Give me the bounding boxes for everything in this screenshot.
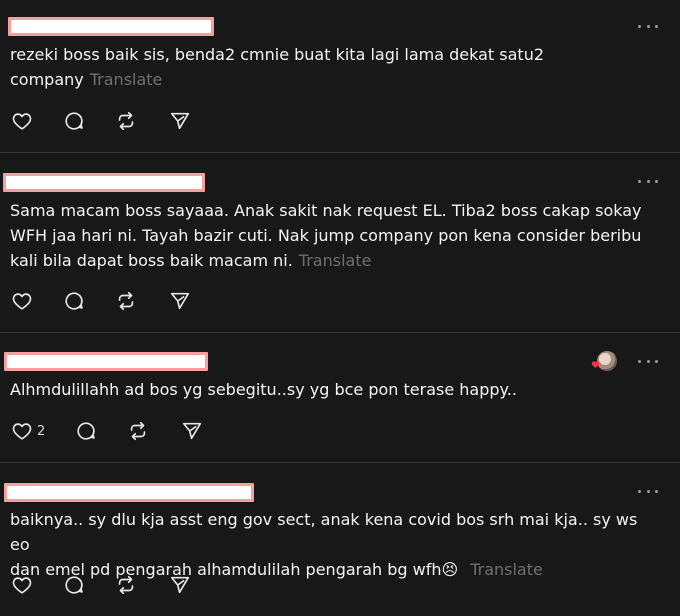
more-options-button[interactable] — [638, 488, 658, 494]
redacted-username — [4, 483, 254, 502]
share-button[interactable] — [169, 574, 191, 596]
post-actions — [11, 290, 191, 312]
repost-button[interactable] — [115, 290, 169, 312]
comment-icon — [65, 576, 83, 594]
repost-button[interactable] — [127, 420, 181, 442]
post-text: rezeki boss baik sis, benda2 cmnie buat … — [10, 42, 650, 92]
heart-icon — [12, 293, 32, 310]
reply-button[interactable] — [75, 420, 127, 442]
comment-icon — [65, 292, 83, 310]
post-text: Sama macam boss sayaaa. Anak sakit nak r… — [10, 198, 650, 273]
post-3: Alhmdulillahh ad bos yg sebegitu..sy yg … — [0, 333, 680, 461]
send-icon — [170, 112, 190, 130]
repost-icon — [118, 111, 134, 131]
like-button[interactable]: 2 — [11, 420, 75, 442]
redacted-username — [3, 173, 205, 192]
more-dots-icon — [638, 359, 641, 363]
repost-icon — [118, 575, 134, 595]
share-button[interactable] — [181, 420, 203, 442]
post-text: baiknya.. sy dlu kja asst eng gov sect, … — [10, 507, 650, 582]
repost-button[interactable] — [115, 110, 169, 132]
redacted-username — [4, 352, 208, 371]
repost-icon — [118, 291, 134, 311]
post-actions — [11, 574, 191, 596]
more-options-button[interactable] — [638, 358, 658, 364]
share-button[interactable] — [169, 110, 191, 132]
comment-icon — [65, 112, 83, 130]
share-button[interactable] — [169, 290, 191, 312]
more-dots-icon — [638, 489, 641, 493]
liker-avatar[interactable] — [597, 351, 617, 371]
heart-icon — [12, 423, 32, 440]
post-text: Alhmdulillahh ad bos yg sebegitu..sy yg … — [10, 377, 650, 402]
more-dots-icon — [638, 179, 641, 183]
heart-icon — [12, 113, 32, 130]
post-1: rezeki boss baik sis, benda2 cmnie buat … — [0, 0, 680, 152]
liked-heart-icon — [591, 361, 600, 368]
reply-button[interactable] — [63, 574, 115, 596]
reply-button[interactable] — [63, 110, 115, 132]
repost-icon — [130, 421, 146, 441]
translate-link[interactable]: Translate — [90, 70, 163, 89]
post-2: Sama macam boss sayaaa. Anak sakit nak r… — [0, 153, 680, 331]
translate-link[interactable]: Translate — [299, 251, 372, 270]
heart-icon — [12, 577, 32, 594]
post-actions: 2 — [11, 420, 203, 442]
like-button[interactable] — [11, 290, 63, 312]
more-options-button[interactable] — [638, 178, 658, 184]
post-body: baiknya.. sy dlu kja asst eng gov sect, … — [10, 510, 638, 579]
post-4: baiknya.. sy dlu kja asst eng gov sect, … — [0, 463, 680, 616]
redacted-username — [8, 17, 214, 36]
more-options-button[interactable] — [638, 23, 658, 29]
comment-icon — [77, 422, 95, 440]
send-icon — [170, 576, 190, 594]
repost-button[interactable] — [115, 574, 169, 596]
send-icon — [170, 292, 190, 310]
reply-button[interactable] — [63, 290, 115, 312]
like-button[interactable] — [11, 574, 63, 596]
translate-link[interactable]: Translate — [470, 560, 543, 579]
like-count: 2 — [37, 423, 46, 439]
post-actions — [11, 110, 191, 132]
like-button[interactable] — [11, 110, 63, 132]
post-body: Alhmdulillahh ad bos yg sebegitu..sy yg … — [10, 380, 517, 399]
send-icon — [182, 422, 202, 440]
more-dots-icon — [638, 24, 641, 28]
